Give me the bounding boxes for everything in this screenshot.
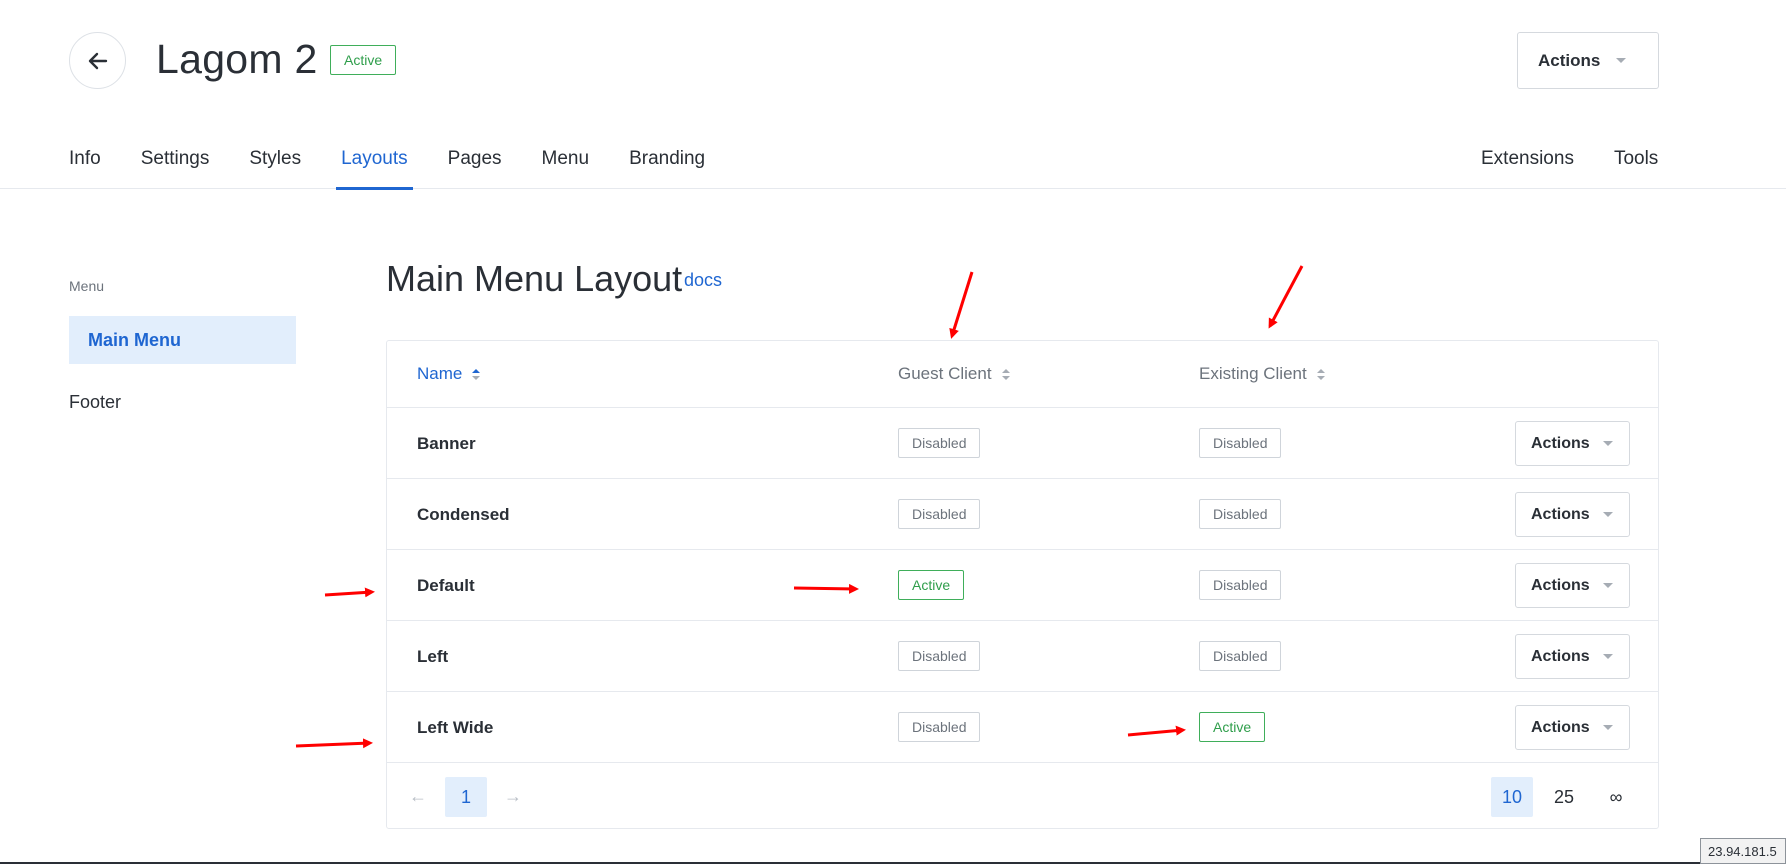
row-actions-button[interactable]: Actions [1515, 563, 1630, 608]
header-actions-button[interactable]: Actions [1517, 32, 1659, 89]
caret-down-icon [1603, 654, 1613, 659]
tab-tools[interactable]: Tools [1614, 146, 1658, 189]
page-size-option[interactable]: ∞ [1595, 777, 1637, 817]
sidebar-section-label: Menu [69, 278, 105, 294]
tab-menu[interactable]: Menu [542, 146, 590, 189]
guest-status-badge: Disabled [898, 641, 981, 671]
annotation-arrow [324, 587, 375, 598]
actions-label: Actions [1538, 50, 1601, 70]
table-row: Banner Disabled Disabled Actions [387, 408, 1658, 479]
tab-bar: Info Settings Styles Layouts Pages Menu … [69, 146, 745, 190]
caret-down-icon [1616, 58, 1626, 63]
layouts-table: Name Guest Client Existing Client Banner… [386, 340, 1659, 829]
next-page-button[interactable]: → [504, 786, 522, 807]
tab-bar-right: Extensions Tools [1481, 146, 1658, 189]
annotation-arrow [949, 271, 974, 339]
column-label: Guest Client [898, 364, 992, 383]
page-size-option[interactable]: 25 [1543, 777, 1585, 817]
column-label: Existing Client [1199, 364, 1307, 383]
page-number-button[interactable]: 1 [445, 777, 487, 817]
annotation-arrow [295, 738, 373, 749]
actions-label: Actions [1531, 576, 1590, 594]
sort-icon [1316, 368, 1325, 380]
table-row: Condensed Disabled Disabled Actions [387, 479, 1658, 550]
column-header-guest-client[interactable]: Guest Client [898, 364, 1010, 384]
existing-status-badge: Disabled [1199, 499, 1282, 529]
column-label: Name [417, 364, 463, 383]
table-header: Name Guest Client Existing Client [387, 341, 1658, 408]
section-title: Main Menu Layout [386, 258, 683, 299]
existing-status-badge: Active [1199, 712, 1266, 742]
guest-status-badge: Disabled [898, 712, 981, 742]
arrow-left-icon [88, 52, 107, 69]
page-header: Lagom 2 Active Actions Info Settings Sty… [0, 0, 1786, 190]
ip-address-label: 23.94.181.5 [1700, 838, 1786, 864]
tab-styles[interactable]: Styles [249, 146, 301, 189]
sort-icon [472, 368, 481, 380]
layout-name: Banner [417, 434, 476, 453]
actions-label: Actions [1531, 434, 1590, 452]
tab-branding[interactable]: Branding [629, 146, 705, 189]
caret-down-icon [1603, 512, 1613, 517]
table-row: Left Wide Disabled Active Actions [387, 692, 1658, 763]
sort-icon [1001, 368, 1010, 380]
row-actions-button[interactable]: Actions [1515, 634, 1630, 679]
row-actions-button[interactable]: Actions [1515, 421, 1630, 466]
row-actions-button[interactable]: Actions [1515, 705, 1630, 750]
tab-extensions[interactable]: Extensions [1481, 146, 1574, 189]
layout-name: Condensed [417, 505, 510, 524]
annotation-arrow [1268, 265, 1304, 329]
prev-page-button[interactable]: ← [409, 786, 427, 807]
sidebar-item-main-menu[interactable]: Main Menu [69, 316, 296, 364]
existing-status-badge: Disabled [1199, 641, 1282, 671]
caret-down-icon [1603, 725, 1613, 730]
tab-info[interactable]: Info [69, 146, 101, 189]
caret-down-icon [1603, 583, 1613, 588]
actions-label: Actions [1531, 505, 1590, 523]
tab-pages[interactable]: Pages [448, 146, 502, 189]
guest-status-badge: Disabled [898, 499, 981, 529]
layout-name: Left [417, 647, 449, 666]
tab-settings[interactable]: Settings [141, 146, 210, 189]
status-badge: Active [330, 45, 397, 75]
sidebar-item-label: Main Menu [88, 329, 181, 350]
existing-status-badge: Disabled [1199, 428, 1282, 458]
table-row: Default Active Disabled Actions [387, 550, 1658, 621]
docs-link[interactable]: docs [684, 270, 722, 291]
layout-name: Default [417, 576, 475, 595]
actions-label: Actions [1531, 647, 1590, 665]
row-actions-button[interactable]: Actions [1515, 492, 1630, 537]
sidebar-item-label: Footer [69, 391, 122, 412]
layout-name: Left Wide [417, 718, 494, 737]
column-header-existing-client[interactable]: Existing Client [1199, 364, 1325, 384]
pagination: ← 1 → 10 25 ∞ [387, 762, 1658, 829]
column-header-name[interactable]: Name [417, 364, 481, 384]
actions-label: Actions [1531, 718, 1590, 736]
page-size-option[interactable]: 10 [1491, 777, 1533, 817]
existing-status-badge: Disabled [1199, 570, 1282, 600]
page-title: Lagom 2 [156, 36, 318, 82]
guest-status-badge: Disabled [898, 428, 981, 458]
tab-layouts[interactable]: Layouts [336, 146, 413, 190]
sidebar-item-footer[interactable]: Footer [69, 378, 296, 426]
caret-down-icon [1603, 441, 1613, 446]
table-row: Left Disabled Disabled Actions [387, 621, 1658, 692]
back-button[interactable] [69, 32, 126, 89]
guest-status-badge: Active [898, 570, 965, 600]
